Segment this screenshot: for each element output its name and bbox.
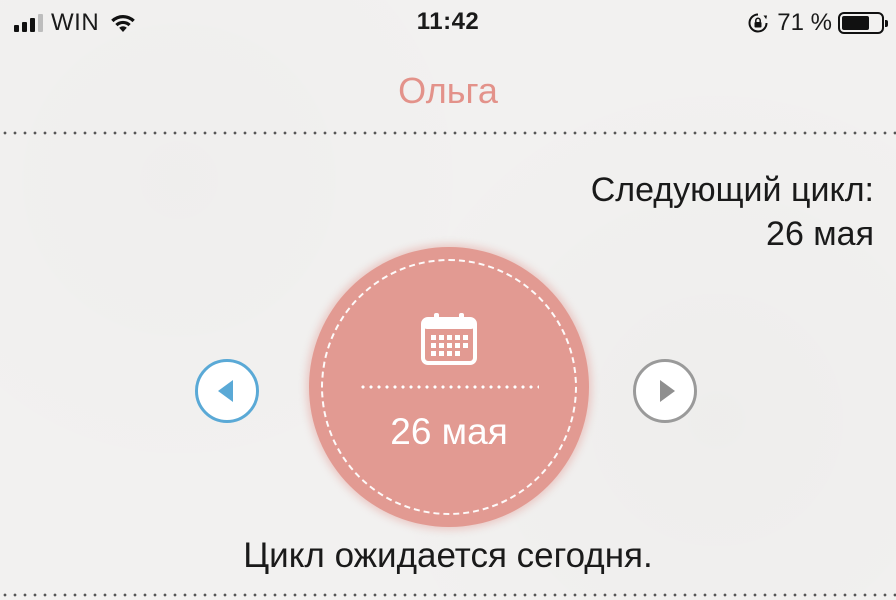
battery-level — [842, 16, 869, 30]
next-cycle-label: Следующий цикл: — [590, 171, 874, 209]
cycle-date-circle[interactable]: 26 мая — [309, 247, 589, 527]
status-bar: WIN 11:42 71 % — [0, 0, 896, 46]
battery-percentage: 71 % — [777, 9, 832, 36]
app-screen: WIN 11:42 71 % Ольга Следующий цикл: 26 … — [0, 0, 896, 600]
next-button[interactable] — [633, 359, 697, 423]
profile-name-title[interactable]: Ольга — [0, 70, 896, 112]
dotted-divider-bottom — [0, 593, 896, 597]
next-cycle-info: Следующий цикл: 26 мая — [591, 168, 874, 256]
cycle-date: 26 мая — [390, 411, 508, 452]
next-cycle-date: 26 мая — [766, 215, 874, 253]
rotation-lock-icon — [748, 13, 768, 33]
chevron-left-icon — [217, 380, 233, 402]
cycle-status-message: Цикл ожидается сегодня. — [243, 536, 653, 575]
circle-dotted-divider — [359, 385, 539, 389]
dotted-divider-top — [0, 131, 896, 135]
battery-icon — [838, 12, 888, 34]
previous-button[interactable] — [195, 359, 259, 423]
chevron-right-icon — [659, 380, 675, 402]
calendar-icon — [421, 313, 477, 365]
status-right: 71 % — [747, 8, 888, 38]
